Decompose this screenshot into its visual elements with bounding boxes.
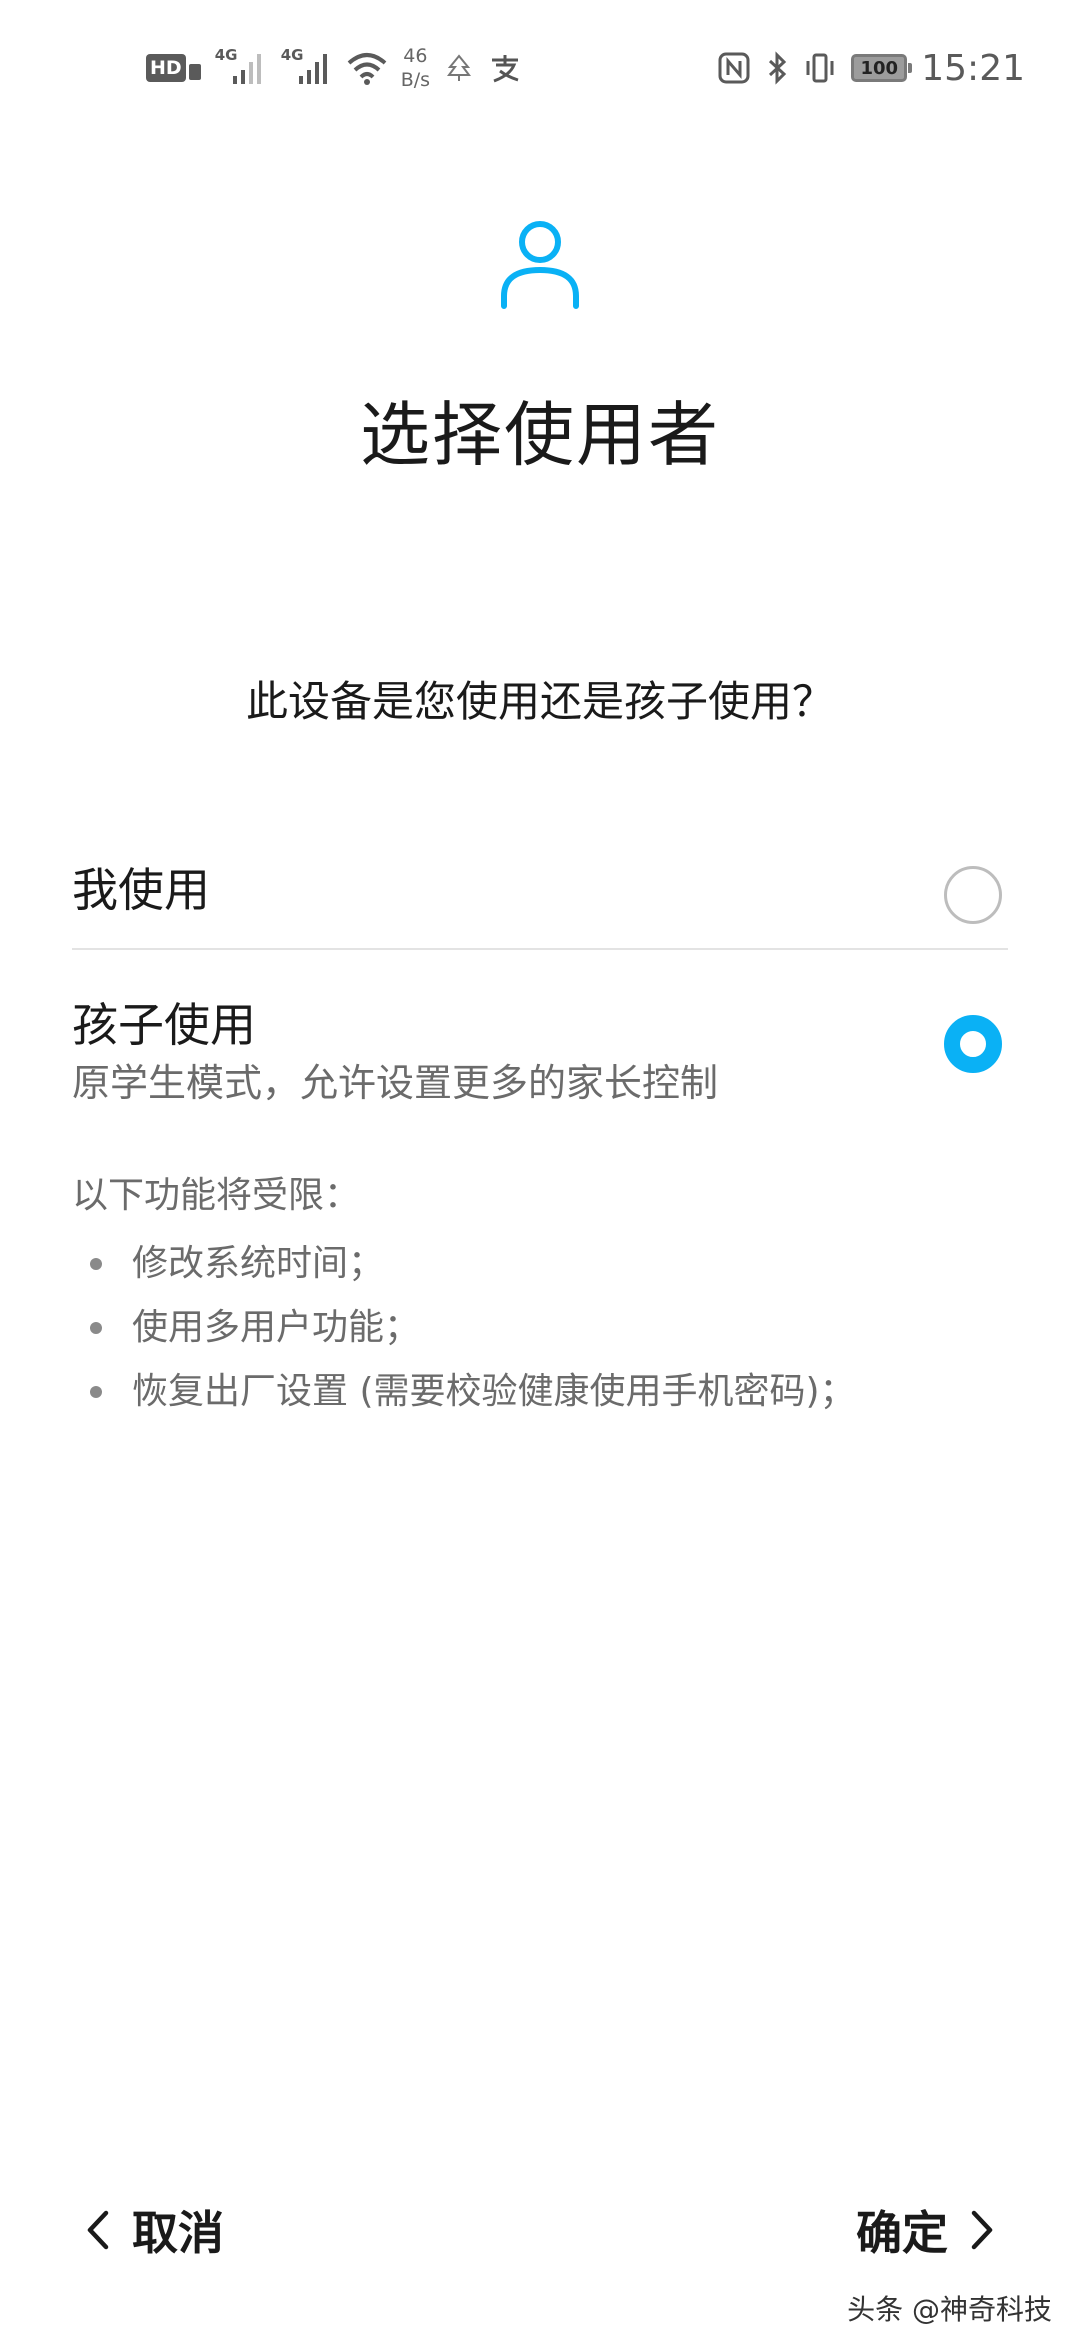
option-child-label: 孩子使用 bbox=[72, 998, 256, 1052]
network-speed-value: 46 bbox=[403, 45, 428, 67]
battery-level: 100 bbox=[860, 57, 899, 79]
status-bar-right: 100 15:21 bbox=[717, 38, 1025, 98]
status-bar: HD 4G 4G 46 B/s 100 15:21 bbox=[0, 0, 1080, 135]
chevron-left-icon bbox=[87, 2210, 109, 2250]
bullet-icon bbox=[90, 1258, 102, 1270]
status-time: 15:21 bbox=[921, 47, 1025, 89]
chevron-right-icon bbox=[971, 2210, 993, 2250]
page-title: 选择使用者 bbox=[360, 394, 720, 476]
cancel-button[interactable]: 取消 bbox=[82, 2180, 224, 2280]
status-bar-left: HD 4G 4G 46 B/s bbox=[146, 38, 522, 98]
confirm-button[interactable]: 确定 bbox=[856, 2180, 998, 2280]
option-child-use[interactable]: 孩子使用 原学生模式，允许设置更多的家长控制 bbox=[72, 985, 1008, 1115]
wifi-icon bbox=[347, 53, 387, 85]
radio-button-unselected[interactable] bbox=[944, 866, 1002, 924]
question-text: 此设备是您使用还是孩子使用？ bbox=[245, 677, 834, 726]
restriction-text: 使用多用户功能； bbox=[132, 1307, 421, 1348]
bottom-nav: 取消 确定 bbox=[0, 2180, 1080, 2280]
signal-icon: 4G bbox=[281, 46, 333, 90]
bluetooth-icon bbox=[769, 51, 787, 85]
confirm-label: 确定 bbox=[856, 2206, 948, 2260]
radio-button-selected[interactable] bbox=[944, 1015, 1002, 1073]
hd-label: HD bbox=[146, 54, 186, 82]
watermark: 头条 @神奇科技 bbox=[847, 2293, 1052, 2326]
cancel-label: 取消 bbox=[132, 2206, 224, 2260]
restrictions-list: 修改系统时间； 使用多用户功能； 恢复出厂设置 (需要校验健康使用手机密码)； bbox=[72, 1232, 1008, 1424]
network-speed-unit: B/s bbox=[400, 69, 431, 91]
restriction-text: 修改系统时间； bbox=[132, 1243, 385, 1284]
list-item: 修改系统时间； bbox=[72, 1232, 1008, 1296]
alipay-icon bbox=[492, 55, 519, 83]
vibrate-icon bbox=[806, 53, 834, 83]
restriction-text: 恢复出厂设置 (需要校验健康使用手机密码)； bbox=[132, 1371, 856, 1412]
signal-icon: 4G bbox=[215, 46, 267, 90]
option-self-label: 我使用 bbox=[72, 863, 210, 917]
restrictions-heading: 以下功能将受限： bbox=[72, 1175, 361, 1216]
battery-icon: 100 bbox=[851, 54, 913, 82]
list-item: 恢复出厂设置 (需要校验健康使用手机密码)； bbox=[72, 1360, 1008, 1424]
divider bbox=[72, 948, 1008, 950]
network-speed: 46 B/s bbox=[401, 44, 430, 92]
hd-volte-icon: HD bbox=[146, 54, 201, 82]
option-self-use[interactable]: 我使用 bbox=[72, 840, 1008, 952]
list-item: 使用多用户功能； bbox=[72, 1296, 1008, 1360]
option-child-description: 原学生模式，允许设置更多的家长控制 bbox=[72, 1061, 719, 1105]
bullet-icon bbox=[90, 1386, 102, 1398]
nfc-icon bbox=[718, 52, 750, 84]
bullet-icon bbox=[90, 1322, 102, 1334]
tree-icon bbox=[447, 54, 472, 81]
user-icon bbox=[501, 221, 579, 309]
